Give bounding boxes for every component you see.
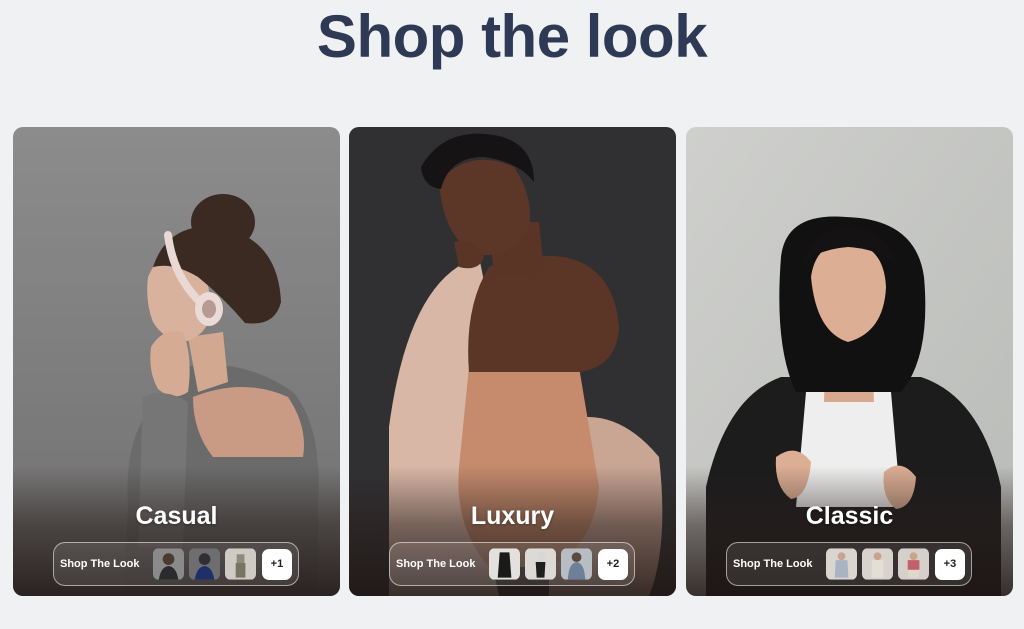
product-thumbnail[interactable] [224, 548, 256, 580]
shop-the-look-button[interactable]: Shop The Look +2 [389, 542, 635, 586]
product-thumbnail[interactable] [825, 548, 857, 580]
look-cards: Casual Shop The Look +1 Luxury Shop The … [13, 127, 1013, 596]
shop-the-look-button[interactable]: Shop The Look +3 [726, 542, 972, 586]
card-title: Luxury [470, 502, 555, 530]
product-thumbnail[interactable] [488, 548, 520, 580]
product-thumbnail[interactable] [560, 548, 592, 580]
shop-the-look-label: Shop The Look [733, 558, 813, 570]
more-items-badge[interactable]: +1 [261, 548, 292, 580]
look-card-classic[interactable]: Classic Shop The Look +3 [686, 127, 1013, 596]
product-thumbnail[interactable] [861, 548, 893, 580]
product-thumbnail[interactable] [188, 548, 220, 580]
card-title: Classic [805, 502, 894, 530]
product-thumbnail[interactable] [152, 548, 184, 580]
shop-the-look-button[interactable]: Shop The Look +1 [53, 542, 299, 586]
more-items-badge[interactable]: +2 [597, 548, 628, 580]
look-card-casual[interactable]: Casual Shop The Look +1 [13, 127, 340, 596]
look-card-luxury[interactable]: Luxury Shop The Look +2 [349, 127, 676, 596]
more-items-badge[interactable]: +3 [934, 548, 965, 580]
product-thumbnail[interactable] [524, 548, 556, 580]
page-title: Shop the look [316, 3, 708, 70]
product-thumbnail[interactable] [897, 548, 929, 580]
shop-the-look-label: Shop The Look [60, 558, 140, 570]
card-title: Casual [135, 502, 218, 530]
shop-the-look-label: Shop The Look [396, 558, 476, 570]
